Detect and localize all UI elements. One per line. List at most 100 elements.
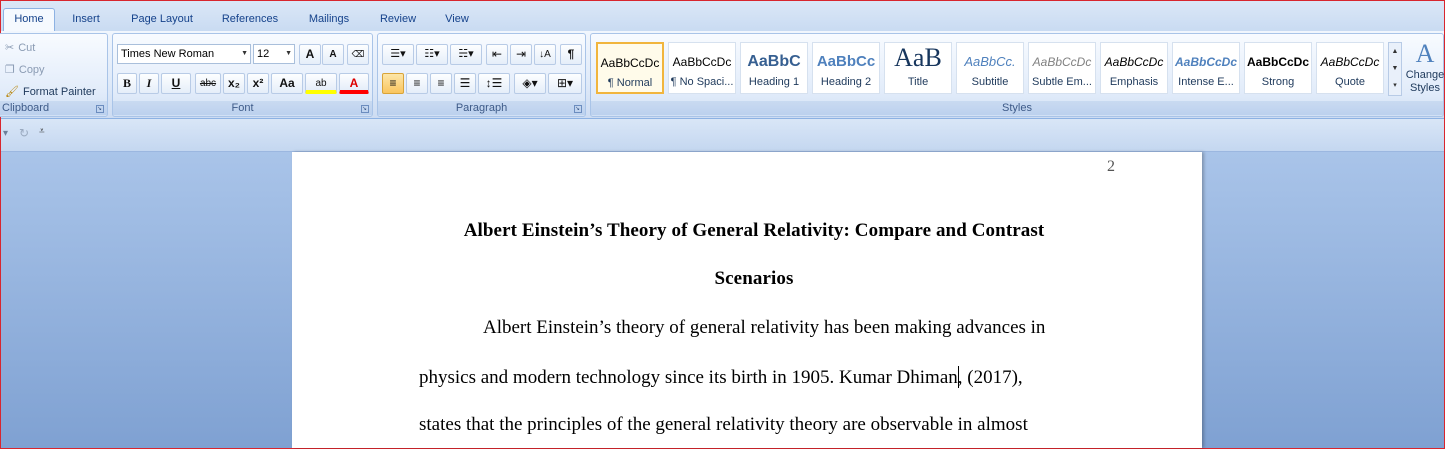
style-intense-emphasis[interactable]: AaBbCcDc Intense E...: [1172, 42, 1240, 94]
change-styles-label-1: Change: [1405, 69, 1445, 81]
tab-mailings[interactable]: Mailings: [299, 9, 359, 31]
line-spacing-button[interactable]: ↕☰: [478, 73, 510, 94]
align-right-button[interactable]: ≡: [430, 73, 452, 94]
body-line-2: physics and modern technology since its …: [419, 366, 1023, 389]
change-case-button[interactable]: Aa: [271, 73, 303, 94]
align-center-icon: ≡: [413, 76, 421, 90]
align-center-button[interactable]: ≡: [406, 73, 428, 94]
borders-button[interactable]: ⊞▾: [548, 73, 582, 94]
tab-insert[interactable]: Insert: [63, 9, 109, 31]
style-sample: AaBbCcDc: [1104, 55, 1164, 69]
underline-button[interactable]: U: [161, 73, 191, 94]
tab-home[interactable]: Home: [3, 8, 55, 32]
ribbon-tabs: Home Insert Page Layout References Maili…: [1, 1, 1444, 32]
format-painter-button[interactable]: 🖌 Format Painter: [5, 85, 96, 99]
style-no-spacing[interactable]: AaBbCcDc ¶ No Spaci...: [668, 42, 736, 94]
scroll-up-icon[interactable]: ▲: [1389, 43, 1401, 60]
tab-review[interactable]: Review: [371, 9, 425, 31]
copy-button[interactable]: ❐ Copy: [5, 63, 45, 77]
scroll-down-icon[interactable]: ▼: [1389, 60, 1401, 77]
subscript-button[interactable]: x₂: [223, 73, 245, 94]
justify-button[interactable]: ☰: [454, 73, 476, 94]
increase-indent-button[interactable]: ⇥: [510, 44, 532, 65]
style-quote[interactable]: AaBbCcDc Quote: [1316, 42, 1384, 94]
copy-label: Copy: [18, 63, 45, 76]
styles-group: AaBbCcDc ¶ Normal AaBbCcDc ¶ No Spaci...…: [590, 33, 1444, 117]
bullets-button[interactable]: ☰▾: [382, 44, 414, 65]
cut-button[interactable]: ✂ Cut: [5, 41, 36, 55]
style-name: ¶ Normal: [607, 77, 653, 89]
change-styles-button[interactable]: A Change Styles: [1405, 39, 1445, 95]
page-number: 2: [1107, 158, 1115, 175]
multilevel-list-icon: ☵▾: [458, 48, 474, 60]
line-spacing-icon: ↕☰: [485, 76, 503, 90]
italic-button[interactable]: I: [139, 73, 159, 94]
style-heading-2[interactable]: AaBbCc Heading 2: [812, 42, 880, 94]
font-color-button[interactable]: A: [339, 73, 369, 94]
style-title[interactable]: AaB Title: [884, 42, 952, 94]
increase-indent-icon: ⇥: [515, 47, 527, 61]
style-emphasis[interactable]: AaBbCcDc Emphasis: [1100, 42, 1168, 94]
highlight-button[interactable]: ab: [305, 73, 337, 94]
style-sample: AaBbCc.: [964, 54, 1016, 69]
paint-bucket-icon: ◈▾: [522, 76, 538, 90]
style-subtle-emphasis[interactable]: AaBbCcDc Subtle Em...: [1028, 42, 1096, 94]
shrink-font-button[interactable]: A: [322, 44, 344, 65]
tab-page-layout[interactable]: Page Layout: [123, 9, 201, 31]
paragraph-group: ☰▾ ☷▾ ☵▾ ⇤ ⇥ ↓A ¶ ≡ ≡ ≡ ☰ ↕☰ ◈▾ ⊞▾ Parag…: [377, 33, 586, 117]
superscript-button[interactable]: x²: [247, 73, 269, 94]
clipboard-launcher-icon[interactable]: ↘: [96, 105, 104, 113]
document-page[interactable]: 2 Albert Einstein’s Theory of General Re…: [292, 152, 1202, 448]
numbering-button[interactable]: ☷▾: [416, 44, 448, 65]
clipboard-group: ✂ Cut ❐ Copy 🖌 Format Painter Clipboard …: [0, 33, 108, 117]
tab-references[interactable]: References: [213, 9, 287, 31]
style-name: Subtitle: [971, 76, 1009, 88]
style-name: Emphasis: [1109, 76, 1159, 88]
style-subtitle[interactable]: AaBbCc. Subtitle: [956, 42, 1024, 94]
style-name: Intense E...: [1178, 76, 1234, 88]
redo-icon[interactable]: ↻: [19, 126, 29, 140]
style-name: Title: [907, 76, 929, 88]
clear-formatting-button[interactable]: ⌫: [347, 44, 369, 65]
more-styles-icon[interactable]: ▾: [1389, 77, 1401, 94]
undo-icon[interactable]: ▾: [3, 128, 8, 139]
sort-icon: ↓A: [539, 49, 551, 60]
clipboard-group-label: Clipboard: [0, 101, 107, 115]
cut-label: Cut: [18, 41, 36, 54]
strikethrough-button[interactable]: abc: [195, 73, 221, 94]
align-left-button[interactable]: ≡: [382, 73, 404, 94]
style-normal[interactable]: AaBbCcDc ¶ Normal: [596, 42, 664, 94]
font-group-label: Font: [113, 101, 372, 115]
multilevel-list-button[interactable]: ☵▾: [450, 44, 482, 65]
paragraph-launcher-icon[interactable]: ↘: [574, 105, 582, 113]
style-name: Strong: [1261, 76, 1295, 88]
style-sample: AaBbCcDc: [672, 55, 732, 69]
body-line-2-start: physics and modern technology since its …: [419, 367, 958, 388]
justify-icon: ☰: [459, 76, 471, 90]
decrease-indent-button[interactable]: ⇤: [486, 44, 508, 65]
styles-scroll[interactable]: ▲ ▼ ▾: [1388, 42, 1402, 96]
style-sample: AaB: [894, 45, 942, 71]
customize-toolbar-icon[interactable]: ⩡: [39, 126, 45, 137]
style-name: Heading 1: [748, 76, 800, 88]
change-styles-icon: A: [1415, 39, 1435, 68]
shading-button[interactable]: ◈▾: [514, 73, 546, 94]
style-sample: AaBbCc: [816, 53, 876, 70]
style-sample: AaBbCcDc: [1032, 55, 1092, 69]
font-launcher-icon[interactable]: ↘: [361, 105, 369, 113]
quick-access-toolbar: ▾ ↻ ⩡: [1, 119, 1444, 152]
style-sample: AaBbC: [747, 53, 801, 70]
grow-font-button[interactable]: A: [299, 44, 321, 65]
sort-button[interactable]: ↓A: [534, 44, 556, 65]
font-name-combo[interactable]: Times New Roman ▼: [117, 44, 251, 64]
style-heading-1[interactable]: AaBbC Heading 1: [740, 42, 808, 94]
bold-button[interactable]: B: [117, 73, 137, 94]
style-strong[interactable]: AaBbCcDc Strong: [1244, 42, 1312, 94]
decrease-indent-icon: ⇤: [491, 47, 503, 61]
paintbrush-icon: 🖌: [5, 86, 19, 98]
body-line-2-end: , (2017),: [957, 367, 1023, 388]
show-formatting-button[interactable]: ¶: [560, 44, 582, 65]
font-size-combo[interactable]: 12 ▼: [253, 44, 295, 64]
style-name: Subtle Em...: [1032, 76, 1092, 88]
tab-view[interactable]: View: [437, 9, 477, 31]
